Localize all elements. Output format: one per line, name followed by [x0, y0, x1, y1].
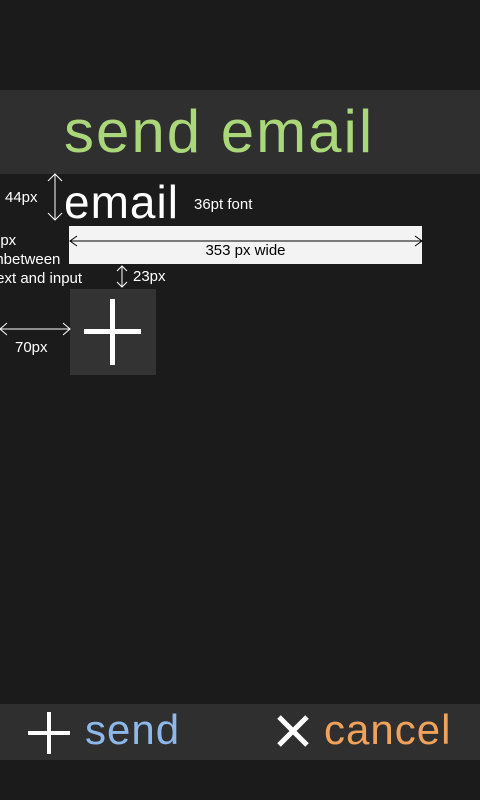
input-gap-annotation: 23px [133, 268, 166, 285]
label-height-annotation: 44px [5, 189, 38, 206]
cancel-button[interactable]: cancel [270, 704, 460, 760]
add-recipient-button[interactable] [70, 289, 156, 375]
cancel-label: cancel [324, 706, 452, 753]
email-field-label: email [64, 176, 179, 228]
font-size-annotation: 36pt font [194, 196, 253, 213]
gap-arrow [116, 265, 128, 288]
margin-arrow [0, 322, 71, 336]
send-label: send [85, 706, 181, 753]
plus-icon [84, 299, 141, 365]
plus-icon [28, 712, 70, 754]
page-title: send email [64, 98, 375, 165]
height-arrow [47, 173, 63, 221]
send-button[interactable]: send [24, 704, 184, 760]
close-icon [277, 715, 309, 747]
email-input[interactable] [69, 226, 422, 264]
spacing-annotation-line: text and input [0, 270, 83, 287]
left-margin-annotation: 70px [15, 339, 48, 356]
